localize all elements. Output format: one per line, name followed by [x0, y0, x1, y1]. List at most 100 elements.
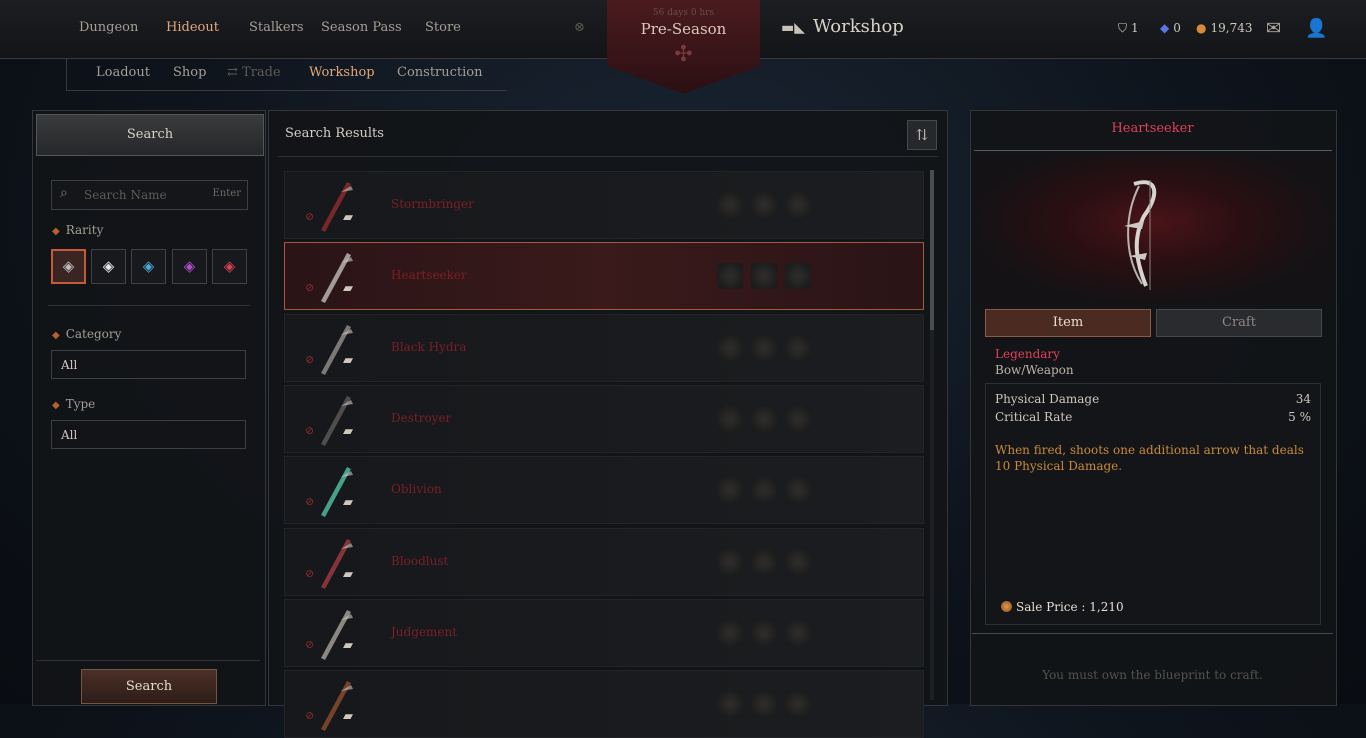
- sort-button[interactable]: ⇅: [907, 120, 937, 150]
- blueprint-scroll-icon: ▰: [343, 353, 353, 368]
- material-slots: [717, 620, 819, 650]
- nav-store[interactable]: Store: [425, 20, 461, 35]
- material-icon: [785, 263, 811, 289]
- result-name: Heartseeker: [391, 268, 467, 282]
- material-icon: [717, 549, 743, 575]
- nav-dungeon[interactable]: Dungeon: [79, 20, 138, 35]
- nav-stalkers[interactable]: Stalkers: [249, 20, 304, 35]
- results-scrollbar[interactable]: [930, 170, 934, 700]
- result-row[interactable]: ⊘ ▰ Bloodlust: [284, 528, 924, 596]
- subnav-construction[interactable]: Construction: [397, 65, 483, 80]
- blueprint-scroll-icon: ▰: [343, 210, 353, 225]
- weapon-icon: [321, 681, 353, 731]
- result-name: Judgement: [391, 625, 458, 639]
- blue-currency: ◆ 0: [1160, 21, 1181, 35]
- friends-icon[interactable]: 👤: [1305, 18, 1327, 39]
- divider: [278, 156, 938, 157]
- stat-critical-rate: Critical Rate 5 %: [995, 410, 1311, 424]
- type-dropdown[interactable]: All: [51, 420, 246, 449]
- result-row[interactable]: ⊘ ▰ Black Hydra: [284, 314, 924, 382]
- subnav-workshop[interactable]: Workshop: [309, 65, 375, 80]
- lock-icon: ⊗: [574, 20, 585, 35]
- search-header-button[interactable]: Search: [36, 114, 264, 156]
- divider: [48, 305, 250, 306]
- blueprint-scroll-icon: ▰: [343, 281, 353, 296]
- item-rarity: Legendary: [995, 347, 1060, 361]
- weapon-icon: [321, 396, 353, 446]
- craft-note: You must own the blueprint to craft.: [1042, 668, 1263, 682]
- nav-hideout[interactable]: Hideout: [166, 20, 219, 35]
- scrollbar-thumb[interactable]: [930, 170, 934, 330]
- nav-season-pass[interactable]: Season Pass: [321, 20, 402, 35]
- diamond-icon: ◈: [183, 257, 196, 275]
- diamond-icon: ◈: [102, 257, 115, 275]
- rarity-filter-common[interactable]: ◈: [51, 249, 86, 284]
- search-icon: ⌕: [60, 185, 68, 201]
- shield-icon: ⛉: [1118, 21, 1128, 35]
- category-dropdown[interactable]: All: [51, 350, 246, 379]
- result-row[interactable]: ⊘ ▰ Stormbringer: [284, 171, 924, 239]
- weapon-icon: [321, 253, 353, 303]
- search-name-field[interactable]: ⌕ Enter: [51, 180, 248, 210]
- mail-icon[interactable]: ✉: [1266, 18, 1281, 39]
- divider: [972, 633, 1333, 634]
- material-slots: [717, 691, 819, 721]
- material-icon: [751, 335, 777, 361]
- tab-craft[interactable]: Craft: [1156, 309, 1322, 337]
- subnav-loadout[interactable]: Loadout: [96, 65, 150, 80]
- shield-currency: ⛉ 1: [1118, 21, 1139, 35]
- material-slots: [717, 335, 819, 365]
- item-type: Bow/Weapon: [995, 363, 1074, 377]
- rarity-filter-legendary[interactable]: ◈: [212, 249, 247, 284]
- rarity-filter-epic[interactable]: ◈: [172, 249, 207, 284]
- material-icon: [717, 263, 743, 289]
- result-row[interactable]: ⊘ ▰ Destroyer: [284, 385, 924, 453]
- category-label: ◆ Category: [52, 327, 122, 341]
- result-row[interactable]: ⊘ ▰ Heartseeker: [284, 242, 924, 310]
- gold-currency: ● 19,743: [1196, 21, 1253, 35]
- material-icon: [717, 335, 743, 361]
- page-title: ▬◣ Workshop: [781, 16, 904, 37]
- unusable-icon: ⊘: [305, 424, 315, 437]
- blueprint-scroll-icon: ▰: [343, 638, 353, 653]
- material-icon: [751, 477, 777, 503]
- result-row[interactable]: ⊘ ▰ Judgement: [284, 599, 924, 667]
- rarity-filter-uncommon[interactable]: ◈: [91, 249, 126, 284]
- weapon-icon: [321, 539, 353, 589]
- subnav-trade[interactable]: ⇄ Trade: [227, 65, 281, 80]
- result-row[interactable]: ⊘ ▰: [284, 670, 924, 738]
- material-icon: [717, 691, 743, 717]
- material-slots: [717, 549, 819, 579]
- material-slots: [717, 192, 819, 222]
- unusable-icon: ⊘: [305, 353, 315, 366]
- weapon-icon: [321, 182, 353, 232]
- item-effect-text: When fired, shoots one additional arrow …: [995, 443, 1304, 473]
- material-icon: [785, 406, 811, 432]
- type-label: ◆ Type: [52, 397, 96, 411]
- subnav-shop[interactable]: Shop: [173, 65, 206, 80]
- season-title: Pre-Season: [640, 20, 727, 38]
- material-icon: [785, 620, 811, 646]
- unusable-icon: ⊘: [305, 567, 315, 580]
- result-name: Oblivion: [391, 482, 442, 496]
- blueprint-scroll-icon: ▰: [343, 495, 353, 510]
- season-banner[interactable]: 56 days 0 hrs Pre-Season ✣: [607, 0, 760, 94]
- result-row[interactable]: ⊘ ▰ Oblivion: [284, 456, 924, 524]
- material-icon: [751, 192, 777, 218]
- result-name: Stormbringer: [391, 197, 474, 211]
- detail-item-title: Heartseeker: [1111, 121, 1194, 136]
- material-icon: [717, 620, 743, 646]
- divider: [974, 150, 1332, 151]
- weapon-icon: [321, 467, 353, 517]
- material-icon: [751, 691, 777, 717]
- search-input[interactable]: [82, 185, 206, 205]
- sort-icon: ⇅: [915, 126, 929, 144]
- search-button[interactable]: Search: [81, 669, 217, 704]
- rarity-filter-rare[interactable]: ◈: [131, 249, 166, 284]
- tab-item[interactable]: Item: [985, 309, 1151, 337]
- diamond-icon: ◈: [62, 257, 75, 275]
- result-name: Destroyer: [391, 411, 452, 425]
- season-sigil-icon: ✣: [674, 42, 693, 67]
- diamond-icon: ◈: [223, 257, 236, 275]
- bow-icon: [1124, 180, 1157, 290]
